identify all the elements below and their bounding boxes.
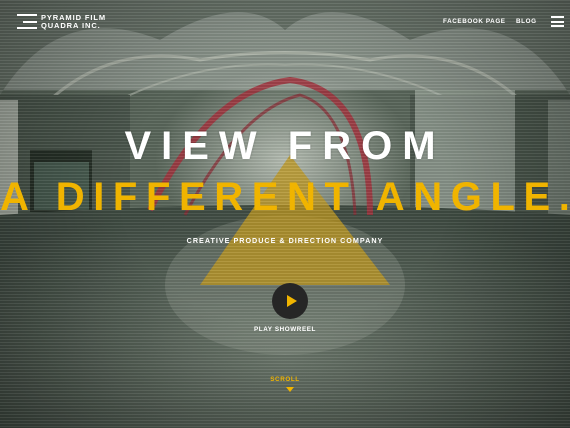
nav-facebook-link[interactable]: FACEBOOK PAGE: [443, 18, 506, 25]
headline-line-2: A DIFFERENT ANGLE.: [0, 175, 570, 219]
brand-logo[interactable]: PYRAMID FILM QUADRA INC.: [17, 13, 117, 30]
play-showreel-button[interactable]: [272, 283, 308, 319]
scroll-down-arrow-icon[interactable]: [286, 387, 294, 392]
nav-blog-link[interactable]: BLOG: [516, 18, 537, 25]
headline-line-1: VIEW FROM: [124, 124, 446, 168]
play-icon: [286, 295, 297, 307]
logo-text: PYRAMID FILM QUADRA INC.: [41, 13, 106, 30]
play-showreel-label[interactable]: PLAY SHOWREEL: [0, 326, 570, 333]
tagline: CREATIVE PRODUCE & DIRECTION COMPANY: [186, 236, 384, 245]
scroll-label[interactable]: SCROLL: [0, 376, 570, 383]
logo-line-2: QUADRA INC.: [41, 20, 101, 30]
logo-mark-icon: [17, 13, 37, 30]
hamburger-menu-icon[interactable]: [551, 16, 564, 27]
